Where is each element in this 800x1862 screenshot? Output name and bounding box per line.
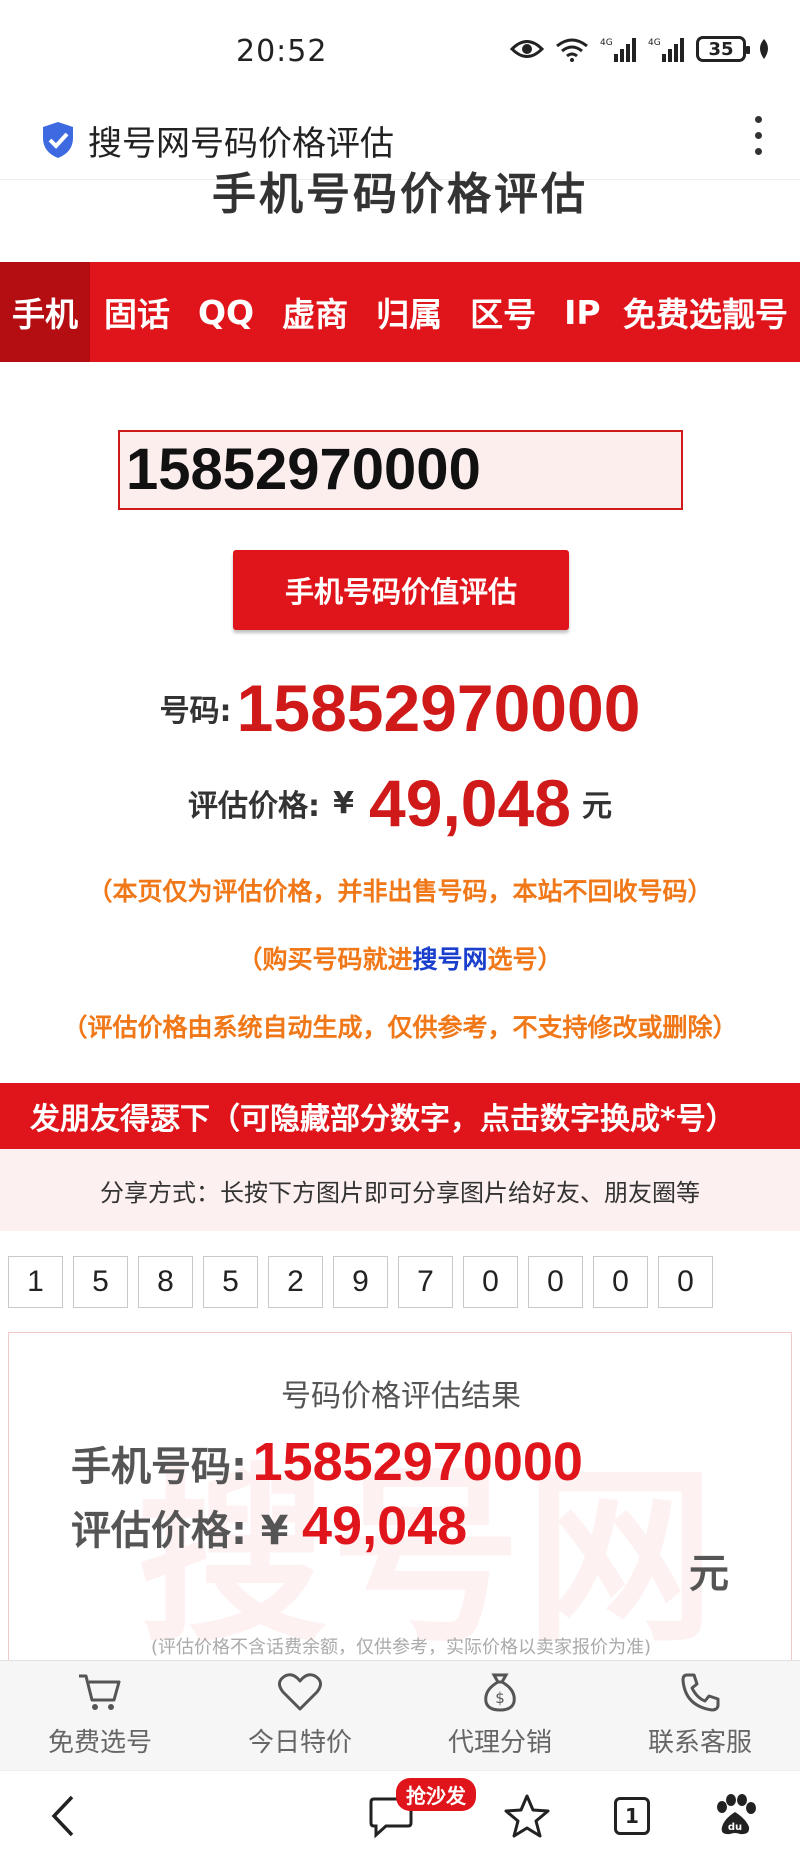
notice-not-for-sale: （本页仅为评估价格，并非出售号码，本站不回收号码）: [87, 877, 713, 906]
card-phone-value: 15852970000: [252, 1432, 583, 1492]
shield-check-icon: [43, 122, 73, 158]
result-number-value: 15852970000: [236, 671, 641, 745]
notice-buy-prefix: （购买号码就进: [237, 945, 413, 974]
card-price-unit: 元: [689, 1551, 729, 1597]
status-bar: 20:52 4G 4G 35: [0, 0, 800, 100]
star-icon[interactable]: [504, 1793, 550, 1839]
tab-virtual-carrier[interactable]: 虚商: [268, 262, 362, 362]
svg-text:4G: 4G: [648, 38, 661, 48]
result-number-label: 号码:: [159, 694, 232, 729]
comment-badge: 抢沙发: [396, 1778, 476, 1811]
result-currency: ¥: [333, 785, 354, 821]
digit-box[interactable]: 2: [268, 1256, 323, 1308]
baidu-paw-icon[interactable]: du: [712, 1793, 758, 1839]
nav-customer-service-label: 联系客服: [647, 1728, 752, 1758]
signal-4g-icon: 4G: [600, 38, 636, 62]
phone-icon: [681, 1673, 720, 1712]
card-fine-print: (评估价格不含话费余额，仅供参考，实际价格以卖家报价为准): [150, 1637, 652, 1658]
evaluate-button[interactable]: 手机号码价值评估: [233, 550, 569, 630]
card-price-value: 49,048: [302, 1496, 468, 1556]
svg-text:4G: 4G: [600, 38, 613, 48]
cart-icon: [79, 1674, 121, 1710]
share-bar: 发朋友得瑟下（可隐藏部分数字，点击数字换成*号）: [0, 1083, 800, 1149]
back-icon[interactable]: [48, 1793, 78, 1839]
heart-icon: [278, 1673, 322, 1711]
more-menu-icon[interactable]: [752, 116, 764, 160]
money-bag-icon: $: [484, 1673, 516, 1712]
result-price-value: 49,048: [369, 766, 571, 840]
digit-box[interactable]: 7: [398, 1256, 453, 1308]
eye-icon: [510, 40, 544, 58]
notice-buy-number: （购买号码就进搜号网选号）: [0, 940, 800, 976]
digit-box[interactable]: 0: [658, 1256, 713, 1308]
card-currency: ¥: [260, 1508, 289, 1554]
result-price-label: 评估价格:: [187, 789, 320, 824]
card-price-row: 评估价格: ¥ 49,048: [71, 1495, 467, 1557]
card-phone-row: 手机号码: 15852970000: [71, 1431, 583, 1493]
tab-landline[interactable]: 固话: [90, 262, 184, 362]
site-header-title: 手机号码价格评估: [0, 168, 800, 220]
nav-free-pick-label: 免费选号: [47, 1728, 152, 1758]
souhaowang-link[interactable]: 搜号网: [412, 945, 487, 974]
status-icons: 4G 4G 35: [510, 36, 772, 62]
nav-free-pick[interactable]: 免费选号: [0, 1661, 200, 1770]
tab-ip[interactable]: IP: [550, 262, 614, 362]
digit-box[interactable]: 0: [528, 1256, 583, 1308]
notice-buy-suffix: 选号）: [487, 945, 563, 974]
digit-box[interactable]: 8: [138, 1256, 193, 1308]
wifi-icon: [556, 38, 588, 62]
nav-today-deals-label: 今日特价: [247, 1728, 352, 1758]
notice-auto-generated: （评估价格由系统自动生成，仅供参考，不支持修改或删除）: [62, 1013, 738, 1042]
svg-text:$: $: [495, 1689, 505, 1707]
leaf-icon: [760, 39, 768, 59]
result-price-row: 评估价格: ¥ 49,048 元: [0, 765, 800, 841]
share-method-text: 分享方式：长按下方图片即可分享图片给好友、朋友圈等: [0, 1149, 800, 1231]
status-time: 20:52: [236, 34, 328, 69]
tab-area-code[interactable]: 区号: [456, 262, 550, 362]
signal-4g-icon-2: 4G: [648, 38, 684, 62]
svg-text:du: du: [728, 1822, 742, 1833]
tab-qq[interactable]: QQ: [184, 262, 268, 362]
tabs-count-icon[interactable]: 1: [614, 1797, 650, 1835]
tab-free-pick-number[interactable]: 免费选靓号: [623, 262, 800, 362]
digit-box[interactable]: 0: [593, 1256, 648, 1308]
digit-box[interactable]: 5: [203, 1256, 258, 1308]
result-price-unit: 元: [582, 789, 613, 824]
share-result-card[interactable]: 搜号网 号码价格评估结果 手机号码: 15852970000 评估价格: ¥ 4…: [8, 1332, 792, 1662]
result-number-row: 号码: 15852970000: [0, 670, 800, 746]
card-phone-label: 手机号码:: [71, 1444, 247, 1490]
tab-location[interactable]: 归属: [362, 262, 456, 362]
card-title: 号码价格评估结果: [281, 1379, 521, 1414]
battery-level: 35: [708, 38, 734, 60]
digit-box[interactable]: 1: [8, 1256, 63, 1308]
battery-icon: 35: [696, 36, 750, 62]
nav-today-deals[interactable]: 今日特价: [200, 1661, 400, 1770]
digit-box[interactable]: 5: [73, 1256, 128, 1308]
browser-page-title: 搜号网号码价格评估: [88, 124, 394, 164]
nav-agent-distribution-label: 代理分销: [447, 1728, 552, 1758]
digit-box[interactable]: 9: [333, 1256, 388, 1308]
digit-selector: 1 5 8 5 2 9 7 0 0 0 0: [8, 1256, 713, 1308]
phone-number-input[interactable]: 15852970000: [118, 430, 683, 510]
site-bottom-nav: 免费选号 今日特价 $ 代理分销 联系客服: [0, 1660, 800, 1770]
nav-agent-distribution[interactable]: $ 代理分销: [400, 1661, 600, 1770]
tab-mobile[interactable]: 手机: [0, 262, 90, 362]
category-nav: 手机 固话 QQ 虚商 归属 区号 IP 免费选靓号: [0, 262, 800, 362]
card-price-label: 评估价格:: [71, 1508, 247, 1554]
digit-box[interactable]: 0: [463, 1256, 518, 1308]
nav-customer-service[interactable]: 联系客服: [600, 1661, 800, 1770]
site-header-title-text: 手机号码价格评估: [212, 169, 588, 220]
